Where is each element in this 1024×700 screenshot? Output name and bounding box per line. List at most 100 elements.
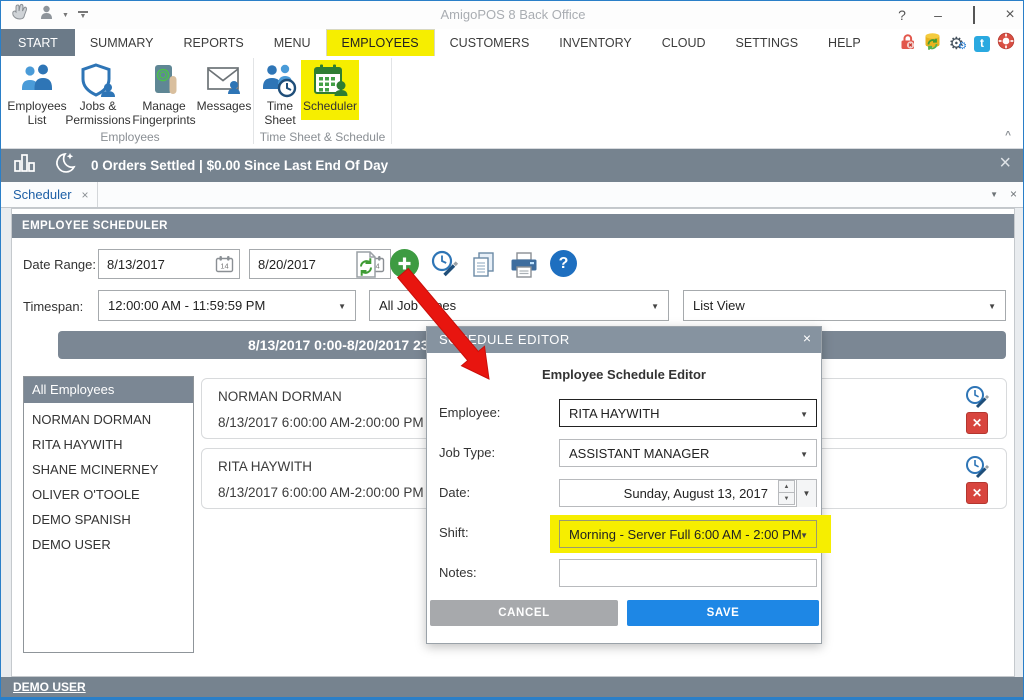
date-spinner: ▲ ▼ bbox=[778, 480, 795, 507]
date-dropdown-icon[interactable]: ▼ bbox=[796, 480, 816, 507]
schedule-employee-name: NORMAN DORMAN bbox=[218, 389, 342, 404]
refresh-button[interactable] bbox=[353, 250, 379, 279]
tab-inventory[interactable]: INVENTORY bbox=[544, 29, 646, 56]
support-lifering-icon[interactable] bbox=[997, 32, 1015, 55]
window-help-button[interactable]: ? bbox=[893, 7, 911, 23]
dialog-close-icon[interactable]: × bbox=[803, 330, 811, 346]
close-button[interactable]: × bbox=[1001, 6, 1019, 24]
tab-summary[interactable]: SUMMARY bbox=[75, 29, 169, 56]
shift-select[interactable]: Morning - Server Full 6:00 AM - 2:00 PM … bbox=[559, 520, 817, 548]
dialog-heading: Employee Schedule Editor bbox=[427, 367, 821, 382]
tab-cloud[interactable]: CLOUD bbox=[647, 29, 721, 56]
database-backup-icon[interactable] bbox=[923, 32, 942, 55]
delete-shift-button[interactable]: ✕ bbox=[966, 412, 988, 434]
tab-start[interactable]: START bbox=[1, 29, 75, 56]
doc-tab-overflow: ▼ × bbox=[990, 187, 1017, 201]
view-mode-select[interactable]: List View ▼ bbox=[683, 290, 1006, 321]
gear-icon[interactable]: ⚙⚙ bbox=[949, 35, 967, 52]
chevron-down-icon: ▼ bbox=[988, 302, 996, 311]
jobs-permissions-button[interactable]: Jobs & Permissions bbox=[65, 60, 131, 128]
calendar-icon[interactable]: 14 bbox=[215, 255, 234, 278]
title-bar: AmigoPOS 8 Back Office ▼ ▼ ? – × bbox=[1, 1, 1024, 29]
delete-shift-button[interactable]: ✕ bbox=[966, 482, 988, 504]
quick-access-dropdown-icon[interactable]: ▼ bbox=[62, 12, 69, 19]
dialog-title: SCHEDULE EDITOR bbox=[427, 327, 821, 353]
employee-select[interactable]: RITA HAYWITH ▼ bbox=[559, 399, 817, 427]
orders-status-bar: 0 Orders Settled | $0.00 Since Last End … bbox=[1, 149, 1024, 182]
notes-input[interactable] bbox=[559, 559, 817, 587]
time-sheet-button[interactable]: Time Sheet bbox=[259, 60, 301, 128]
timespan-label: Timespan: bbox=[23, 299, 83, 314]
help-button[interactable]: ? bbox=[550, 250, 577, 277]
date-range-label: Date Range: bbox=[23, 257, 96, 272]
tab-help[interactable]: HELP bbox=[813, 29, 876, 56]
edit-time-button[interactable] bbox=[430, 249, 460, 278]
tab-employees[interactable]: EMPLOYEES bbox=[326, 29, 435, 56]
orders-bar-close-icon[interactable]: × bbox=[999, 152, 1011, 175]
list-item[interactable]: NORMAN DORMAN bbox=[24, 407, 193, 432]
chevron-down-icon: ▼ bbox=[800, 450, 808, 459]
document-tab-bar: Scheduler × ▼ × bbox=[1, 182, 1024, 208]
employee-list: All Employees NORMAN DORMAN RITA HAYWITH… bbox=[23, 376, 194, 653]
tab-menu[interactable]: MENU bbox=[259, 29, 326, 56]
scheduler-calendar-icon bbox=[312, 60, 348, 100]
fingerprint-phone-icon bbox=[147, 60, 181, 100]
window-controls: ? – × bbox=[893, 1, 1019, 29]
panel-title: EMPLOYEE SCHEDULER bbox=[12, 214, 1014, 238]
schedule-editor-dialog: SCHEDULE EDITOR × Employee Schedule Edit… bbox=[426, 326, 822, 644]
job-types-select[interactable]: All Job Types ▼ bbox=[369, 290, 669, 321]
end-of-day-moon-icon[interactable] bbox=[51, 151, 77, 180]
cancel-button[interactable]: CANCEL bbox=[430, 600, 618, 626]
shield-icon bbox=[80, 60, 116, 100]
tab-reports[interactable]: REPORTS bbox=[169, 29, 259, 56]
list-item[interactable]: OLIVER O'TOOLE bbox=[24, 482, 193, 507]
save-button[interactable]: SAVE bbox=[627, 600, 819, 626]
ribbon-group-label-employees: Employees bbox=[7, 130, 253, 144]
messages-button[interactable]: Messages bbox=[197, 60, 251, 114]
shift-field-label: Shift: bbox=[439, 525, 469, 540]
tab-customers[interactable]: CUSTOMERS bbox=[435, 29, 545, 56]
quick-access-user-icon[interactable] bbox=[40, 5, 53, 26]
employee-list-header[interactable]: All Employees bbox=[24, 377, 193, 403]
edit-shift-icon[interactable] bbox=[964, 454, 990, 485]
scheduler-button[interactable]: Scheduler bbox=[302, 60, 358, 114]
bottom-status-bar: DEMO USER bbox=[1, 677, 1024, 698]
print-button[interactable] bbox=[509, 252, 539, 279]
tab-list-dropdown-icon[interactable]: ▼ bbox=[990, 190, 998, 199]
list-item[interactable]: DEMO USER bbox=[24, 532, 193, 557]
twitter-icon[interactable]: t bbox=[974, 36, 990, 52]
employees-list-button[interactable]: Employees List bbox=[7, 60, 67, 128]
sales-chart-icon[interactable] bbox=[13, 152, 37, 179]
minimize-button[interactable]: – bbox=[929, 7, 947, 23]
schedule-time: 8/13/2017 6:00:00 AM-2:00:00 PM bbox=[218, 485, 424, 500]
window-title: AmigoPOS 8 Back Office bbox=[1, 7, 1024, 22]
lock-icon[interactable] bbox=[899, 32, 916, 55]
chevron-down-icon: ▼ bbox=[338, 302, 346, 311]
ribbon: Employees List Jobs & Permissions Manage… bbox=[1, 56, 1024, 149]
toolbar-customize-icon[interactable]: ▼ bbox=[78, 11, 88, 20]
manage-fingerprints-button[interactable]: Manage Fingerprints bbox=[129, 60, 199, 128]
date-picker-field[interactable]: Sunday, August 13, 2017 ▲ ▼ ▼ bbox=[559, 479, 817, 507]
date-field-label: Date: bbox=[439, 485, 470, 500]
edit-shift-icon[interactable] bbox=[964, 384, 990, 415]
maximize-button[interactable] bbox=[965, 7, 983, 23]
list-item[interactable]: SHANE MCINERNEY bbox=[24, 457, 193, 482]
copy-schedule-button[interactable] bbox=[471, 251, 497, 279]
app-window: AmigoPOS 8 Back Office ▼ ▼ ? – × START S… bbox=[0, 0, 1024, 700]
doc-tab-close-icon[interactable]: × bbox=[82, 188, 89, 202]
add-schedule-button[interactable] bbox=[390, 249, 419, 278]
spin-down-icon[interactable]: ▼ bbox=[778, 492, 795, 505]
job-type-select[interactable]: ASSISTANT MANAGER ▼ bbox=[559, 439, 817, 467]
list-item[interactable]: RITA HAYWITH bbox=[24, 432, 193, 457]
ribbon-tab-bar: START SUMMARY REPORTS MENU EMPLOYEES CUS… bbox=[1, 29, 1024, 56]
logged-in-user-link[interactable]: DEMO USER bbox=[13, 680, 86, 694]
timespan-select[interactable]: 12:00:00 AM - 11:59:59 PM ▼ bbox=[98, 290, 356, 321]
tab-bar-close-icon[interactable]: × bbox=[1010, 187, 1017, 201]
schedule-employee-name: RITA HAYWITH bbox=[218, 459, 312, 474]
app-logo-hand-icon bbox=[9, 3, 31, 28]
ribbon-group-label-timesheet: Time Sheet & Schedule bbox=[254, 130, 391, 144]
tab-scheduler-document[interactable]: Scheduler × bbox=[1, 182, 98, 207]
tab-settings[interactable]: SETTINGS bbox=[721, 29, 814, 56]
ribbon-collapse-icon[interactable]: ^ bbox=[1005, 130, 1011, 141]
list-item[interactable]: DEMO SPANISH bbox=[24, 507, 193, 532]
